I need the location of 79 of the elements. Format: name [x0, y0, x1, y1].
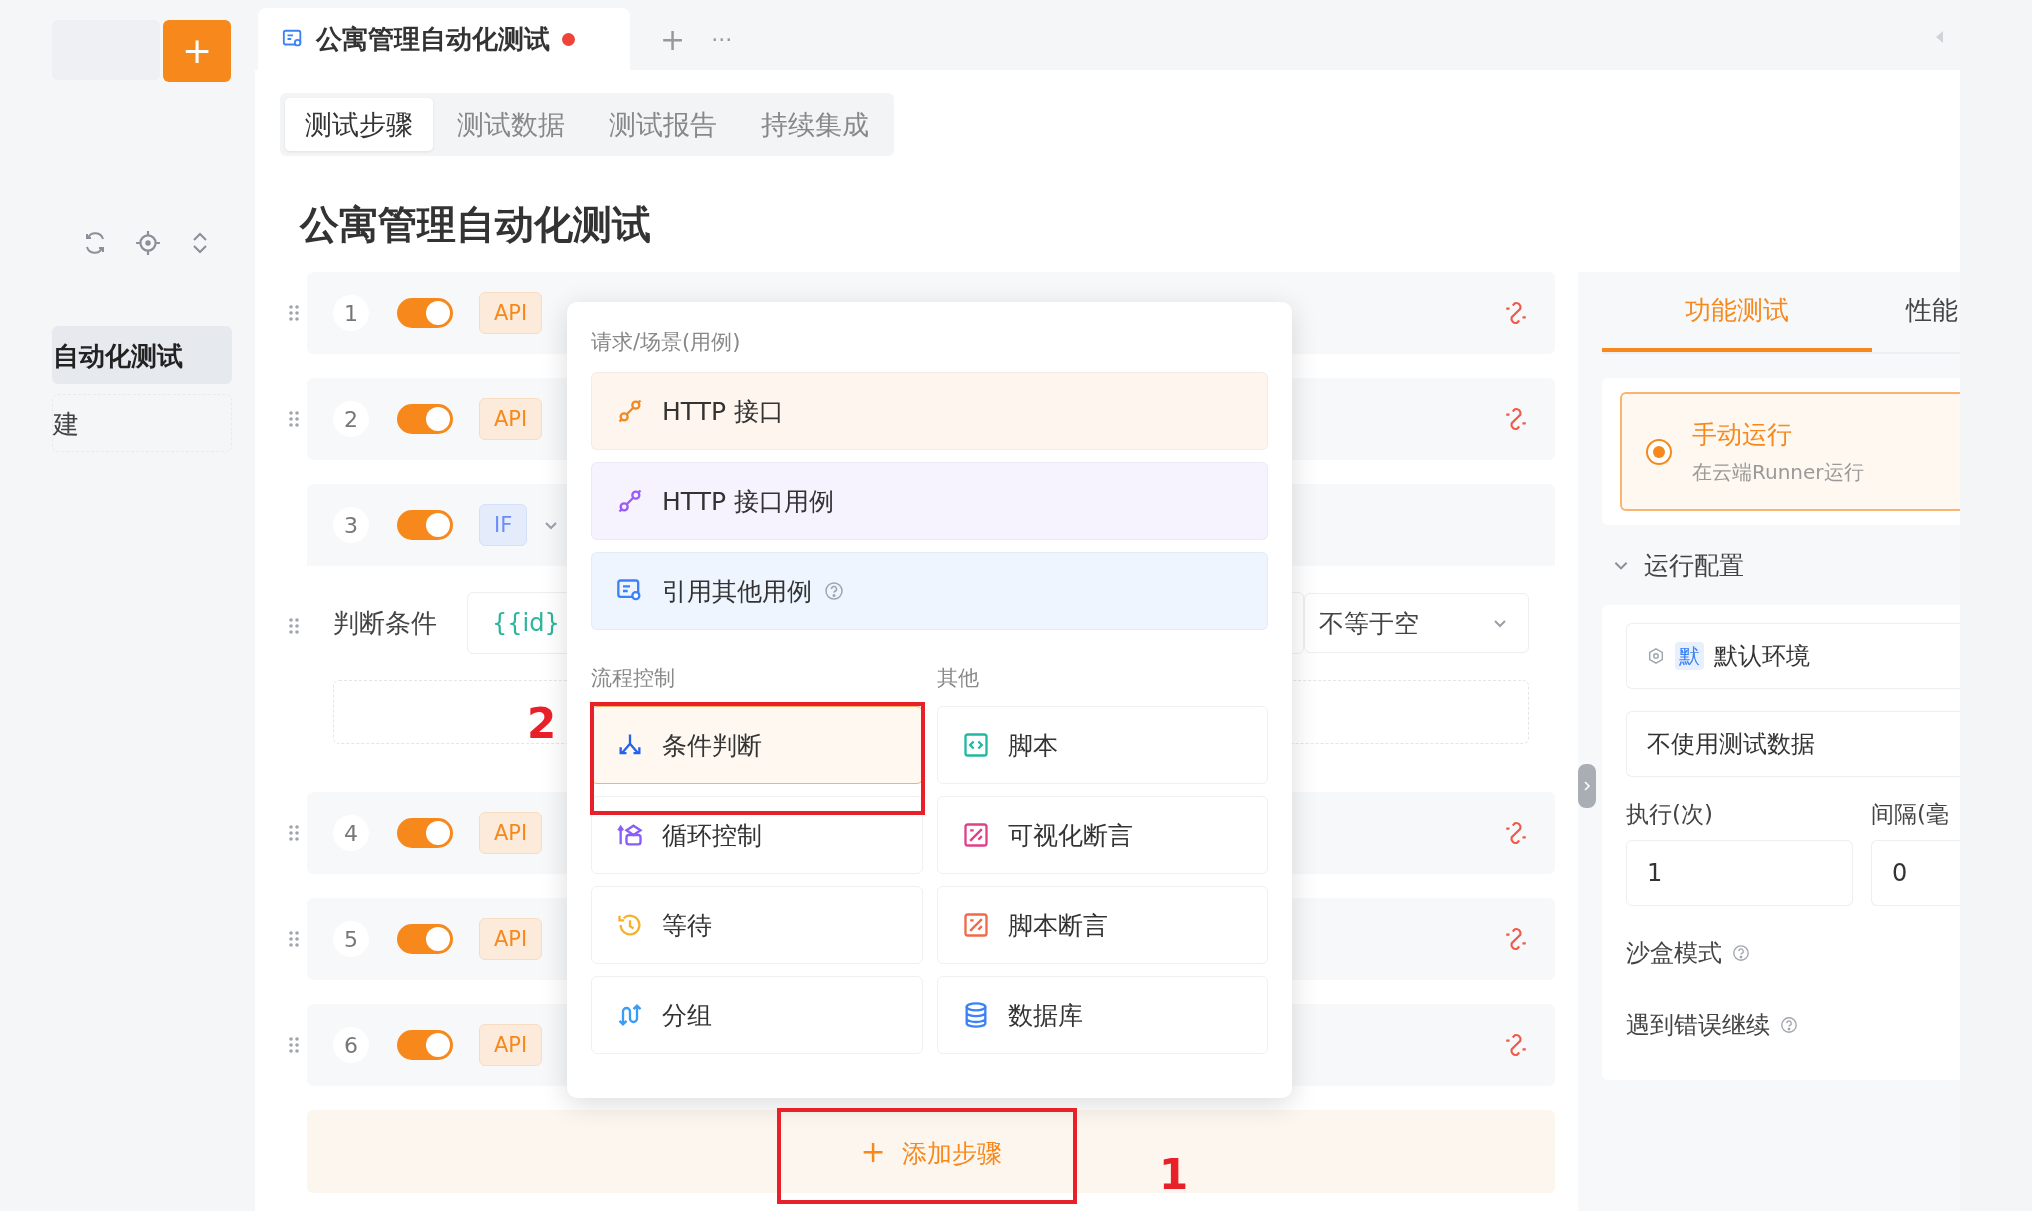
menu-item[interactable]: 条件判断 — [591, 706, 923, 784]
condition-label: 判断条件 — [333, 606, 438, 640]
sidebar-item[interactable]: 建 — [52, 394, 232, 452]
step-tag: API — [479, 292, 543, 334]
run-mode-subtitle: 在云端Runner运行 — [1692, 458, 1864, 486]
unlink-icon[interactable] — [1503, 300, 1529, 326]
environment-icon — [1647, 647, 1665, 665]
menu-item[interactable]: 脚本 — [936, 706, 1268, 784]
run-mode-title: 手动运行 — [1692, 418, 1793, 451]
step-tag: API — [479, 918, 543, 960]
unlink-icon[interactable] — [1503, 926, 1529, 952]
runs-label: 执行(次) — [1626, 800, 1714, 829]
section-title: 运行配置 — [1644, 549, 1744, 582]
toggle-switch[interactable] — [397, 818, 453, 848]
step-number: 4 — [333, 815, 369, 851]
option-label: 沙盒模式 — [1626, 938, 1722, 969]
menu-item[interactable]: 脚本断言 — [936, 886, 1268, 964]
loop-icon — [616, 821, 644, 849]
environment-select[interactable]: 默 默认环境 — [1626, 623, 1960, 689]
menu-item[interactable]: 引用其他用例 — [591, 552, 1268, 630]
unlink-icon[interactable] — [1503, 1032, 1529, 1058]
step-number: 6 — [333, 1027, 369, 1063]
chart-icon — [961, 821, 990, 849]
unlink-icon[interactable] — [1503, 406, 1529, 432]
chart-icon — [961, 911, 990, 939]
collapse-handle[interactable] — [1578, 764, 1596, 808]
toggle-switch[interactable] — [397, 1030, 453, 1060]
annotation-number: 1 — [1159, 1154, 1189, 1196]
drag-handle-icon[interactable] — [288, 930, 300, 948]
document-tab[interactable]: 公寓管理自动化测试 — [258, 8, 630, 70]
page-heading: 公寓管理自动化测试 — [300, 201, 652, 249]
group-title: 流程控制 — [591, 665, 676, 692]
menu-item[interactable]: HTTP 接口 — [591, 372, 1268, 450]
panel-tab[interactable]: 性能 — [1872, 272, 1960, 352]
toggle-switch[interactable] — [397, 510, 453, 540]
step-tag: API — [479, 1024, 543, 1066]
step-tag: API — [479, 398, 543, 440]
step-number: 2 — [333, 401, 369, 437]
step-number: 1 — [333, 295, 369, 331]
toggle-switch[interactable] — [397, 298, 453, 328]
menu-item[interactable]: 分组 — [591, 976, 923, 1054]
help-icon[interactable] — [1780, 1016, 1798, 1034]
group-title: 其他 — [936, 665, 980, 692]
menu-item[interactable]: 等待 — [591, 886, 923, 964]
step-number: 5 — [333, 921, 369, 957]
menu-item[interactable]: HTTP 接口用例 — [591, 462, 1268, 540]
interval-label: 间隔(毫 — [1871, 800, 1950, 829]
step-number: 3 — [333, 507, 369, 543]
toggle-switch[interactable] — [397, 924, 453, 954]
menu-item[interactable]: 可视化断言 — [936, 796, 1268, 874]
sidebar-item[interactable]: 自动化测试 — [52, 326, 232, 384]
menu-item[interactable]: 数据库 — [936, 976, 1268, 1054]
tab-title: 公寓管理自动化测试 — [316, 22, 550, 56]
refresh-icon[interactable] — [83, 231, 107, 255]
unlink-icon[interactable] — [1503, 820, 1529, 846]
locate-icon[interactable] — [135, 230, 161, 256]
runs-field[interactable]: 1 — [1626, 840, 1853, 906]
help-icon[interactable] — [824, 581, 844, 601]
drag-handle-icon[interactable] — [288, 1036, 300, 1054]
operator-dropdown[interactable]: 不等于空 — [1304, 593, 1529, 653]
drag-handle-icon[interactable] — [288, 304, 300, 322]
step-tag: IF — [479, 504, 528, 546]
drag-handle-icon[interactable] — [288, 617, 300, 635]
help-icon[interactable] — [1732, 944, 1750, 962]
option-label: 遇到错误继续 — [1626, 1010, 1770, 1041]
link-icon — [616, 397, 644, 425]
collapse-icon[interactable] — [1934, 30, 1944, 44]
toggle-switch[interactable] — [397, 404, 453, 434]
step-tag: API — [479, 812, 543, 854]
drag-handle-icon[interactable] — [288, 824, 300, 842]
test-data-select[interactable]: 不使用测试数据 — [1626, 711, 1960, 777]
code-icon — [961, 731, 990, 759]
annotation-number: 2 — [527, 703, 557, 745]
group-title: 请求/场景(用例) — [591, 329, 742, 356]
link-icon — [616, 487, 644, 515]
radio-button[interactable] — [1646, 438, 1672, 465]
sub-tab[interactable]: 测试步骤 — [285, 98, 433, 151]
drag-handle-icon[interactable] — [288, 410, 300, 428]
menu-item[interactable]: 循环控制 — [591, 796, 923, 874]
